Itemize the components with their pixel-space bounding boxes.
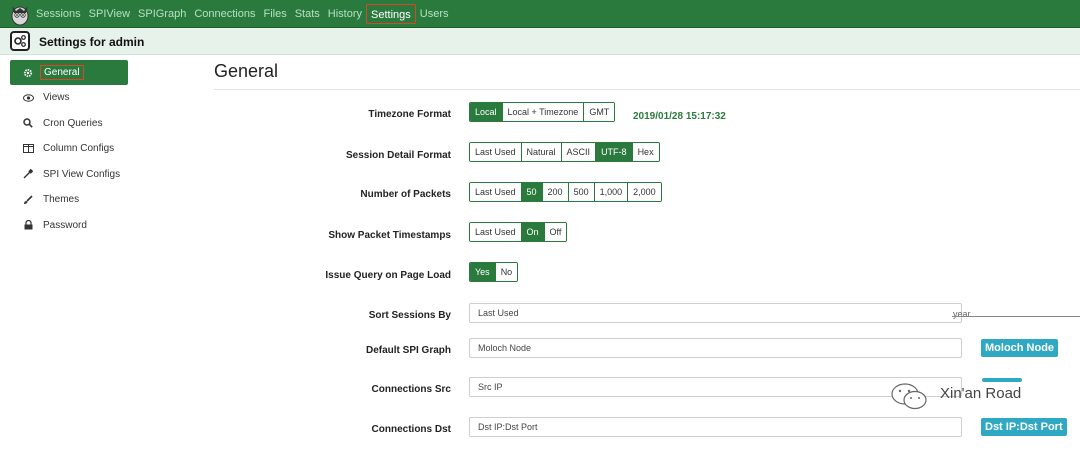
nav-item-spiview[interactable]: SPIView <box>85 4 134 24</box>
sidebar-item-label: Cron Queries <box>43 117 103 129</box>
sort-sessions-label: Sort Sessions By <box>368 310 451 321</box>
sidebar-item-label: Password <box>43 219 87 231</box>
packets-1000-button[interactable]: 1,000 <box>594 183 629 201</box>
gear-icon <box>22 67 34 79</box>
issue-query-label: Issue Query on Page Load <box>325 270 451 281</box>
packets-2000-button[interactable]: 2,000 <box>628 183 661 201</box>
issue-query-yes-button[interactable]: Yes <box>470 263 496 281</box>
session-detail-format-group: Last Used Natural ASCII UTF-8 Hex <box>469 142 660 162</box>
show-packet-timestamps-label: Show Packet Timestamps <box>328 230 451 241</box>
settings-cog-icon <box>10 31 30 51</box>
nav-menu: Sessions SPIView SPIGraph Connections Fi… <box>32 0 453 28</box>
top-navbar: Sessions SPIView SPIGraph Connections Fi… <box>0 0 1080 28</box>
detail-hex-button[interactable]: Hex <box>632 143 659 161</box>
show-packet-timestamps-group: Last Used On Off <box>469 222 568 242</box>
dst-field-tag: Dst IP:Dst Port <box>981 418 1067 436</box>
sidebar-item-password[interactable]: Password <box>10 213 128 239</box>
sidebar-item-themes[interactable]: Themes <box>10 187 128 213</box>
sidebar-item-column-configs[interactable]: Column Configs <box>10 136 128 162</box>
owl-logo-icon[interactable] <box>10 2 30 26</box>
nav-item-sessions[interactable]: Sessions <box>32 4 85 24</box>
number-of-packets-group: Last Used 50 200 500 1,000 2,000 <box>469 182 662 202</box>
sidebar-item-label: Themes <box>43 194 80 206</box>
connections-dst-label: Connections Dst <box>371 424 451 435</box>
packets-50-button[interactable]: 50 <box>521 183 543 201</box>
section-title: General <box>214 61 279 81</box>
timezone-local-tz-button[interactable]: Local + Timezone <box>502 103 585 121</box>
connections-src-label: Connections Src <box>371 384 451 395</box>
detail-utf8-button[interactable]: UTF-8 <box>596 143 633 161</box>
search-icon <box>22 117 34 129</box>
detail-last-used-button[interactable]: Last Used <box>470 143 522 161</box>
eyedropper-icon <box>22 168 34 180</box>
sidebar-item-cron-queries[interactable]: Cron Queries <box>10 111 128 137</box>
issue-query-no-button[interactable]: No <box>495 263 518 281</box>
session-detail-format-label: Session Detail Format <box>345 150 451 161</box>
current-time: 2019/01/28 15:17:32 <box>633 111 726 122</box>
connections-dst-input[interactable]: Dst IP:Dst Port <box>469 417 962 437</box>
default-spi-graph-input[interactable]: Moloch Node <box>469 338 962 358</box>
detail-natural-button[interactable]: Natural <box>521 143 562 161</box>
timezone-local-button[interactable]: Local <box>470 103 503 121</box>
watermark-year: year <box>953 309 971 319</box>
packets-200-button[interactable]: 200 <box>542 183 569 201</box>
timezone-format-label: Timezone Format <box>368 109 451 120</box>
timestamps-last-used-button[interactable]: Last Used <box>470 223 522 241</box>
issue-query-group: Yes No <box>469 262 519 282</box>
lock-icon <box>22 219 34 231</box>
sidebar-item-label: General <box>40 65 84 80</box>
settings-header: Settings for admin <box>0 28 1080 55</box>
sidebar-item-general[interactable]: General <box>10 60 128 85</box>
sidebar-item-label: Column Configs <box>43 143 115 155</box>
settings-sidebar: General Views Cron Queries Column Config… <box>10 60 128 238</box>
columns-icon <box>22 143 34 155</box>
timezone-gmt-button[interactable]: GMT <box>584 103 615 121</box>
nav-item-settings[interactable]: Settings <box>366 4 416 24</box>
sidebar-item-spi-view-configs[interactable]: SPI View Configs <box>10 162 128 188</box>
timestamps-off-button[interactable]: Off <box>544 223 567 241</box>
sidebar-item-label: SPI View Configs <box>43 168 121 180</box>
spi-graph-field-tag: Moloch Node <box>981 339 1059 357</box>
watermark-line <box>952 316 1080 317</box>
nav-item-users[interactable]: Users <box>416 4 453 24</box>
number-of-packets-label: Number of Packets <box>360 189 451 200</box>
nav-item-history[interactable]: History <box>324 4 366 24</box>
packets-500-button[interactable]: 500 <box>568 183 595 201</box>
eye-icon <box>22 92 34 104</box>
timezone-format-group: Local Local + Timezone GMT <box>469 102 616 122</box>
default-spi-graph-label: Default SPI Graph <box>365 345 451 356</box>
sort-sessions-select[interactable]: Last Used <box>469 303 962 323</box>
page-title: Settings for admin <box>39 35 145 49</box>
nav-item-stats[interactable]: Stats <box>291 4 324 24</box>
paintbrush-icon <box>22 194 34 206</box>
src-field-tag <box>982 378 1022 382</box>
nav-item-files[interactable]: Files <box>259 4 290 24</box>
sidebar-item-views[interactable]: Views <box>10 85 128 111</box>
sidebar-item-label: Views <box>43 92 70 104</box>
section-divider <box>214 89 1080 90</box>
nav-item-connections[interactable]: Connections <box>190 4 259 24</box>
packets-last-used-button[interactable]: Last Used <box>470 183 522 201</box>
timestamps-on-button[interactable]: On <box>521 223 545 241</box>
nav-item-spigraph[interactable]: SPIGraph <box>134 4 190 24</box>
wechat-icon <box>891 383 927 410</box>
watermark-text: Xin'an Road <box>940 385 1022 402</box>
detail-ascii-button[interactable]: ASCII <box>561 143 597 161</box>
